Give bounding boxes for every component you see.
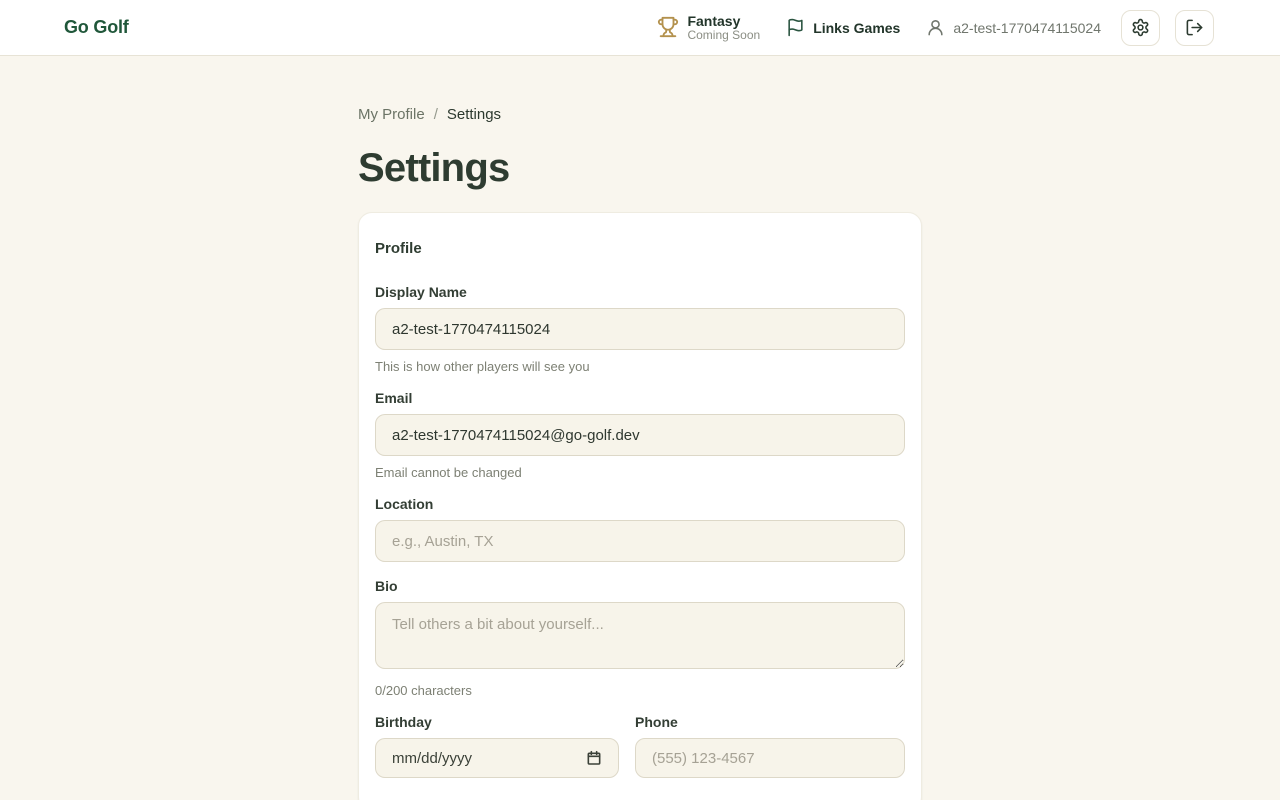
fantasy-label: Fantasy <box>687 13 760 29</box>
logout-button[interactable] <box>1175 10 1214 46</box>
links-games-label: Links Games <box>813 20 900 36</box>
birthday-field-group: Birthday mm/dd/yyyy <box>375 714 619 778</box>
trophy-icon <box>657 16 679 38</box>
birthday-input[interactable]: mm/dd/yyyy <box>375 738 619 778</box>
nav-item-fantasy[interactable]: Fantasy Coming Soon <box>657 13 760 43</box>
nav-item-current-user[interactable]: a2-test-1770474115024 <box>926 18 1101 37</box>
breadcrumb: My Profile / Settings <box>358 106 922 123</box>
location-input[interactable] <box>375 520 905 562</box>
page-title: Settings <box>358 146 922 191</box>
profile-card: Profile Display Name This is how other p… <box>358 212 922 800</box>
gear-icon <box>1131 18 1150 37</box>
flag-icon <box>786 18 805 37</box>
email-input[interactable] <box>375 414 905 456</box>
breadcrumb-current-page: Settings <box>447 106 501 123</box>
display-name-helper-text: This is how other players will see you <box>375 359 905 374</box>
bio-textarea[interactable] <box>375 602 905 669</box>
phone-input[interactable] <box>635 738 905 778</box>
breadcrumb-separator: / <box>434 106 438 123</box>
birthday-label: Birthday <box>375 714 619 730</box>
location-label: Location <box>375 496 905 512</box>
user-icon <box>926 18 945 37</box>
fantasy-coming-soon-label: Coming Soon <box>687 29 760 43</box>
username-text: a2-test-1770474115024 <box>953 20 1101 36</box>
breadcrumb-my-profile-link[interactable]: My Profile <box>358 106 425 123</box>
nav-item-links-games[interactable]: Links Games <box>786 18 900 37</box>
phone-field-group: Phone <box>635 714 905 794</box>
header-right-cluster: Fantasy Coming Soon Links Games a2-test-… <box>657 10 1214 46</box>
app-logo[interactable]: Go Golf <box>64 17 129 38</box>
phone-label: Phone <box>635 714 905 730</box>
main-content: My Profile / Settings Settings Profile D… <box>0 56 1280 800</box>
profile-section-heading: Profile <box>375 240 905 257</box>
settings-container: My Profile / Settings Settings Profile D… <box>358 106 922 800</box>
email-helper-text: Email cannot be changed <box>375 465 905 480</box>
logout-icon <box>1185 18 1204 37</box>
bio-character-counter: 0/200 characters <box>375 683 905 698</box>
display-name-label: Display Name <box>375 284 905 300</box>
calendar-icon[interactable] <box>586 750 602 766</box>
email-label: Email <box>375 390 905 406</box>
header-button-group <box>1121 10 1214 46</box>
bio-label: Bio <box>375 578 905 594</box>
birthday-placeholder-text: mm/dd/yyyy <box>392 750 472 767</box>
display-name-field-group: Display Name This is how other players w… <box>375 284 905 374</box>
settings-button[interactable] <box>1121 10 1160 46</box>
bio-field-group: Bio 0/200 characters <box>375 578 905 698</box>
display-name-input[interactable] <box>375 308 905 350</box>
fantasy-text-block: Fantasy Coming Soon <box>687 13 760 43</box>
birthday-phone-row: Birthday mm/dd/yyyy <box>375 714 905 794</box>
email-field-group: Email Email cannot be changed <box>375 390 905 480</box>
location-field-group: Location <box>375 496 905 562</box>
top-navigation-bar: Go Golf Fantasy Coming Soon <box>0 0 1280 56</box>
